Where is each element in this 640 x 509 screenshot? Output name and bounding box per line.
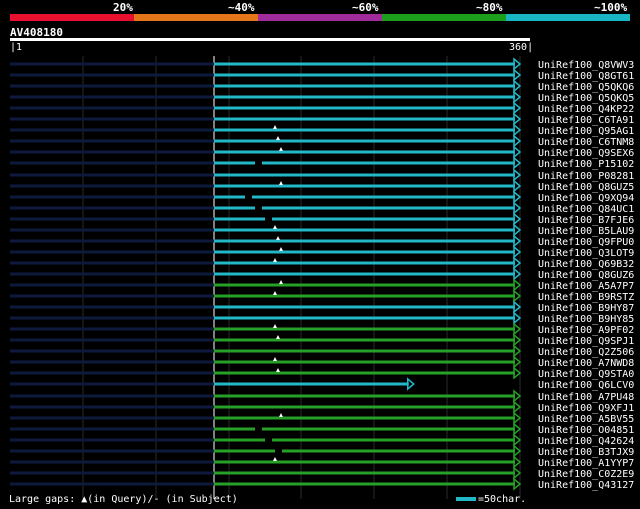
hit-label: UniRef100_B7FJE6 xyxy=(538,215,634,226)
query-gap-marker xyxy=(279,247,283,251)
hit-label: UniRef100_O04851 xyxy=(538,425,634,436)
query-gap-marker xyxy=(273,125,277,129)
large-gaps-legend: Large gaps: ▲(in Query)/- (in Subject) xyxy=(9,494,238,505)
hit-label: UniRef100_A7NWD8 xyxy=(538,358,634,369)
hit-label: UniRef100_Q8GT61 xyxy=(538,71,634,82)
query-gap-marker xyxy=(276,236,280,240)
hit-label: UniRef100_P15102 xyxy=(538,159,634,170)
query-gap-marker xyxy=(276,335,280,339)
hit-label: UniRef100_Q43127 xyxy=(538,480,634,491)
scale-key: =50char. xyxy=(456,494,526,505)
query-gap-marker xyxy=(273,324,277,328)
hit-label: UniRef100_Q5QKQ6 xyxy=(538,82,634,93)
hit-label: UniRef100_A9PF02 xyxy=(538,325,634,336)
hit-label: UniRef100_Q42624 xyxy=(538,436,634,447)
scale-key-label: =50char. xyxy=(478,494,527,505)
hit-label: UniRef100_Q95AG1 xyxy=(538,126,634,137)
hit-label: UniRef100_Q5QKQ5 xyxy=(538,93,634,104)
hit-label: UniRef100_Q6LCV0 xyxy=(538,380,634,391)
hit-label: UniRef100_Q84UC1 xyxy=(538,204,634,215)
hit-label: UniRef100_Q9SEX6 xyxy=(538,148,634,159)
hit-label: UniRef100_P08281 xyxy=(538,171,634,182)
hit-label: UniRef100_B9HY87 xyxy=(538,303,634,314)
query-gap-marker xyxy=(273,357,277,361)
hit-label: UniRef100_Q9FPU0 xyxy=(538,237,634,248)
query-gap-marker xyxy=(279,413,283,417)
hit-label: UniRef100_A1YYP7 xyxy=(538,458,634,469)
hit-label: UniRef100_B9HY85 xyxy=(538,314,634,325)
hit-label: UniRef100_A7PU48 xyxy=(538,392,634,403)
query-gap-marker xyxy=(276,368,280,372)
query-gap-marker xyxy=(273,258,277,262)
hit-label: UniRef100_C6TA91 xyxy=(538,115,634,126)
hit-label: UniRef100_B9RSTZ xyxy=(538,292,634,303)
hit-label: UniRef100_A5A7P7 xyxy=(538,281,634,292)
hit-label: UniRef100_Q69B32 xyxy=(538,259,634,270)
hit-label: UniRef100_Q8GUZ6 xyxy=(538,270,634,281)
hit-label: UniRef100_Q2Z506 xyxy=(538,347,634,358)
query-gap-marker xyxy=(273,225,277,229)
query-gap-marker xyxy=(279,147,283,151)
hit-label: UniRef100_Q8VWV3 xyxy=(538,60,634,71)
hit-label: UniRef100_Q8GUZ5 xyxy=(538,182,634,193)
hit-label: UniRef100_C0Z2E9 xyxy=(538,469,634,480)
hit-label: UniRef100_Q3LOT9 xyxy=(538,248,634,259)
hit-label: UniRef100_B5LAU9 xyxy=(538,226,634,237)
query-gap-marker xyxy=(279,181,283,185)
hit-label: UniRef100_B3TJX9 xyxy=(538,447,634,458)
query-gap-marker xyxy=(273,457,277,461)
query-gap-marker xyxy=(279,280,283,284)
hit-label: UniRef100_A5BV55 xyxy=(538,414,634,425)
hit-label: UniRef100_Q4KP22 xyxy=(538,104,634,115)
hit-label: UniRef100_C6TNM8 xyxy=(538,137,634,148)
hit-label: UniRef100_Q9SPJ1 xyxy=(538,336,634,347)
hit-label: UniRef100_Q9STA0 xyxy=(538,369,634,380)
scale-key-swatch xyxy=(456,497,476,501)
query-gap-marker xyxy=(276,136,280,140)
hit-label: UniRef100_Q9XFJ1 xyxy=(538,403,634,414)
hit-label: UniRef100_Q9XQ94 xyxy=(538,193,634,204)
query-gap-marker xyxy=(273,291,277,295)
alignment-plot: UniRef100_Q8VWV3UniRef100_Q8GT61UniRef10… xyxy=(10,56,634,499)
